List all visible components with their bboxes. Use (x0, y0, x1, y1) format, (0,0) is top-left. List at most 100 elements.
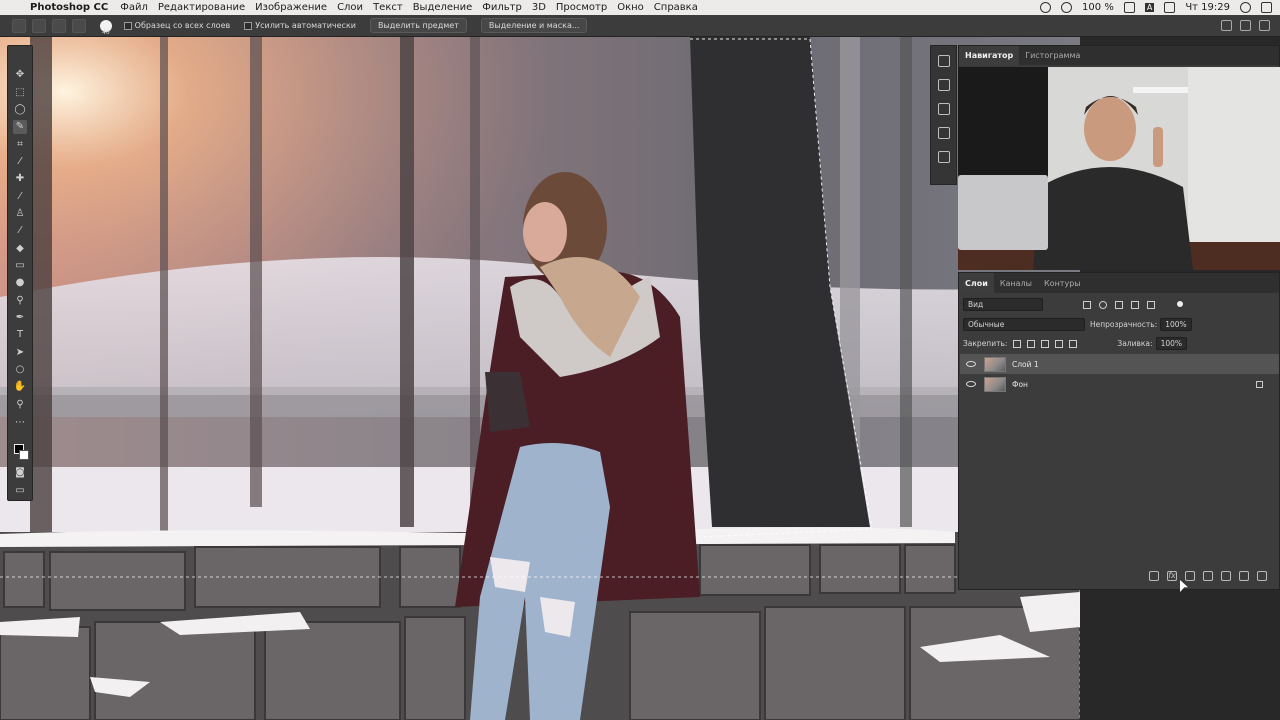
eraser-tool-icon[interactable]: ◆ (13, 242, 27, 256)
lock-all-icon[interactable] (1069, 339, 1078, 348)
channels-mini-icon[interactable] (937, 127, 950, 139)
pen-tool-icon[interactable]: ✒ (13, 311, 27, 325)
sample-all-layers-checkbox[interactable]: Образец со всех слоев (123, 21, 230, 30)
blend-mode-value: Обычные (968, 320, 1005, 329)
opacity-value: 100% (1165, 320, 1187, 329)
menu-filter[interactable]: Фильтр (482, 2, 522, 13)
lock-transparent-icon[interactable] (1013, 339, 1022, 348)
layer-row-background[interactable]: Фон (960, 374, 1279, 394)
hand-tool-icon[interactable]: ✋ (13, 380, 27, 394)
new-layer-icon[interactable] (1239, 571, 1249, 581)
filter-adjustment-icon[interactable] (1099, 300, 1107, 309)
app-name-menu[interactable]: Photoshop CC (30, 2, 108, 13)
battery-icon[interactable] (1123, 2, 1135, 13)
dodge-tool-icon[interactable]: ⚲ (13, 294, 27, 308)
tool-preset-icon[interactable] (12, 18, 26, 33)
swatches-icon[interactable] (937, 103, 950, 115)
record-icon[interactable] (1040, 2, 1052, 13)
color-icon[interactable] (937, 151, 950, 163)
visibility-eye-icon[interactable] (966, 361, 976, 367)
share-icon[interactable] (1259, 20, 1270, 31)
brush-tool-icon[interactable]: ⁄ (13, 190, 27, 204)
healing-brush-tool-icon[interactable]: ✚ (13, 172, 27, 186)
battery-text[interactable]: 100 % (1082, 2, 1114, 13)
menu-view[interactable]: Просмотр (556, 2, 607, 13)
add-mask-icon[interactable] (1185, 571, 1195, 581)
search-icon[interactable] (1221, 20, 1232, 31)
filter-toggle-icon[interactable] (1177, 300, 1183, 307)
opacity-input[interactable]: 100% (1160, 318, 1192, 331)
gradient-tool-icon[interactable]: ▭ (13, 259, 27, 273)
tab-channels[interactable]: Каналы (994, 273, 1038, 293)
layer-row-layer1[interactable]: Слой 1 (960, 354, 1279, 374)
zoom-tool-icon[interactable]: ⚲ (13, 398, 27, 412)
person-icon[interactable] (1164, 2, 1176, 13)
ellipse-tool-icon[interactable]: ○ (13, 363, 27, 377)
lock-position-icon[interactable] (1041, 339, 1050, 348)
opacity-label: Непрозрачность: (1090, 320, 1158, 329)
add-selection-icon[interactable] (52, 18, 66, 33)
menu-layers[interactable]: Слои (337, 2, 363, 13)
menu-window[interactable]: Окно (617, 2, 644, 13)
screen-mode-icon[interactable]: ▭ (13, 484, 27, 498)
visibility-eye-icon[interactable] (966, 381, 976, 387)
lasso-tool-icon[interactable]: ◯ (13, 103, 27, 117)
quick-selection-tool-icon[interactable]: ✎ (13, 120, 27, 134)
fill-input[interactable]: 100% (1155, 337, 1188, 350)
eyedropper-tool-icon[interactable]: ⁄ (13, 155, 27, 169)
wifi-icon[interactable] (1061, 2, 1073, 13)
new-selection-icon[interactable] (32, 18, 46, 33)
lock-artboard-icon[interactable] (1055, 339, 1064, 348)
menu-select[interactable]: Выделение (413, 2, 473, 13)
path-selection-tool-icon[interactable]: ➤ (13, 346, 27, 360)
spotlight-icon[interactable] (1240, 2, 1251, 13)
layer-filter-select[interactable]: Вид (963, 298, 1043, 311)
input-source[interactable]: A (1144, 3, 1155, 12)
tab-navigator[interactable]: Навигатор (959, 46, 1020, 65)
document-canvas[interactable] (0, 37, 1080, 720)
tab-histogram[interactable]: Гистограмма (1019, 46, 1086, 65)
menu-3d[interactable]: 3D (532, 2, 546, 13)
select-and-mask-button[interactable]: Выделение и маска... (480, 18, 588, 33)
clone-stamp-tool-icon[interactable]: ♙ (13, 207, 27, 221)
subtract-selection-icon[interactable] (72, 18, 86, 33)
menu-help[interactable]: Справка (654, 2, 698, 13)
lock-pixels-icon[interactable] (1027, 339, 1036, 348)
history-brush-tool-icon[interactable]: ⁄ (13, 224, 27, 238)
filter-type-icon[interactable] (1115, 300, 1123, 309)
blur-tool-icon[interactable]: ● (13, 276, 27, 290)
background-color-swatch[interactable] (19, 450, 29, 460)
layer-name: Слой 1 (1012, 359, 1039, 369)
new-group-icon[interactable] (1221, 571, 1231, 581)
more-tools-icon[interactable]: ⋯ (13, 416, 27, 430)
layers-panel: Слои Каналы Контуры Вид Обычные Непрозра… (958, 272, 1280, 590)
tab-layers[interactable]: Слои (959, 273, 994, 293)
auto-enhance-checkbox[interactable]: Усилить автоматически (244, 21, 356, 30)
workspace-icon[interactable] (1240, 20, 1251, 31)
marquee-tool-icon[interactable]: ⬚ (13, 86, 27, 100)
move-tool-icon[interactable]: ✥ (13, 68, 27, 82)
blend-mode-select[interactable]: Обычные (963, 318, 1085, 331)
menu-file[interactable]: Файл (120, 2, 148, 13)
libraries-icon[interactable] (937, 55, 950, 67)
adjustments-icon[interactable] (937, 79, 950, 91)
menu-image[interactable]: Изображение (255, 2, 327, 13)
filter-pixel-icon[interactable] (1083, 300, 1091, 309)
link-layers-icon[interactable] (1149, 571, 1159, 581)
clock[interactable]: Чт 19:29 (1185, 2, 1230, 13)
menu-edit[interactable]: Редактирование (158, 2, 245, 13)
tab-paths[interactable]: Контуры (1038, 273, 1087, 293)
delete-layer-icon[interactable] (1257, 571, 1267, 581)
crop-tool-icon[interactable]: ⌗ (13, 138, 27, 152)
quick-mask-icon[interactable]: ◙ (13, 466, 27, 480)
checkbox-icon (244, 21, 253, 30)
lock-label: Закрепить: (963, 339, 1008, 348)
notification-center-icon[interactable] (1261, 2, 1272, 13)
select-subject-button[interactable]: Выделить предмет (369, 18, 467, 33)
fx-button[interactable]: fx (1167, 571, 1177, 581)
new-adjustment-layer-icon[interactable] (1203, 571, 1213, 581)
filter-smart-object-icon[interactable] (1147, 300, 1155, 309)
filter-shape-icon[interactable] (1131, 300, 1139, 309)
type-tool-icon[interactable]: T (13, 328, 27, 342)
menu-type[interactable]: Текст (373, 2, 403, 13)
